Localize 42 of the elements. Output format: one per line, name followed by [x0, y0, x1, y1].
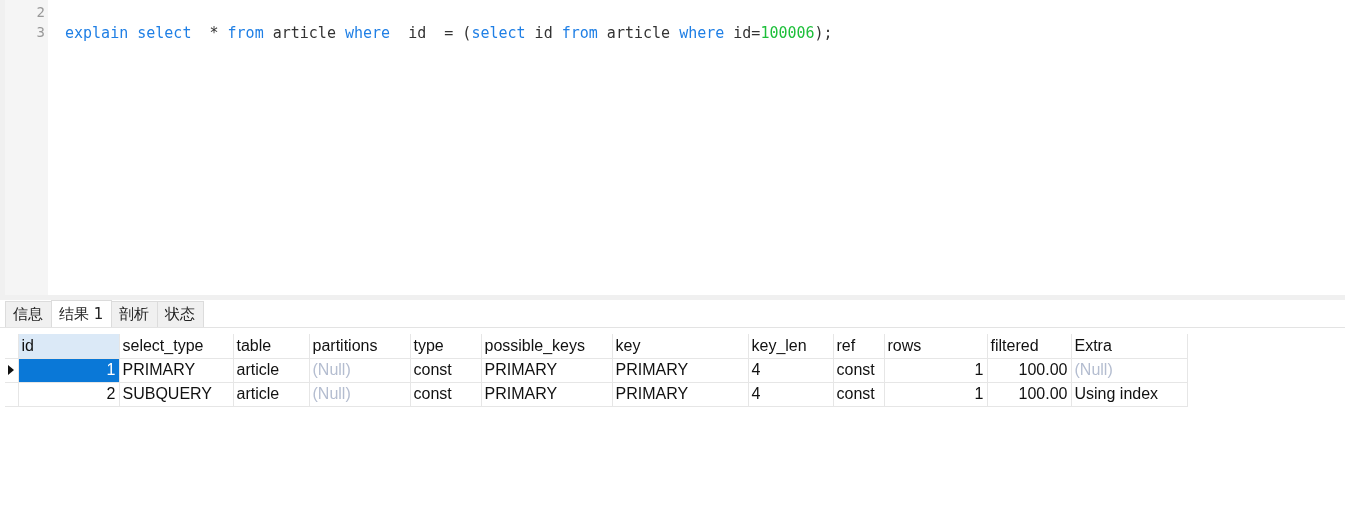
table-cell: const [410, 382, 481, 406]
table-cell: (Null) [309, 358, 410, 382]
table-cell: PRIMARY [119, 358, 233, 382]
table-cell: (Null) [309, 382, 410, 406]
table-cell: const [833, 358, 884, 382]
column-header[interactable]: table [233, 334, 309, 358]
result-tab[interactable]: 状态 [157, 301, 205, 327]
table-cell: PRIMARY [612, 382, 748, 406]
table-cell: Using index [1071, 382, 1187, 406]
column-header[interactable]: select_type [119, 334, 233, 358]
table-cell: (Null) [1071, 358, 1187, 382]
result-tab[interactable]: 信息 [5, 301, 52, 327]
table-cell: PRIMARY [481, 358, 612, 382]
table-cell: article [233, 358, 309, 382]
table-cell: PRIMARY [481, 382, 612, 406]
column-header[interactable]: type [410, 334, 481, 358]
table-cell: 1 [18, 358, 119, 382]
table-cell: const [410, 358, 481, 382]
table-cell: 1 [884, 358, 987, 382]
line-number: 3 [35, 24, 46, 42]
column-header[interactable]: partitions [309, 334, 410, 358]
column-header[interactable]: rows [884, 334, 987, 358]
column-header[interactable]: filtered [987, 334, 1071, 358]
table-cell: const [833, 382, 884, 406]
table-cell: 2 [18, 382, 119, 406]
column-header[interactable]: id [18, 334, 119, 358]
table-cell: 1 [884, 382, 987, 406]
table-cell: SUBQUERY [119, 382, 233, 406]
table-cell: 100.00 [987, 358, 1071, 382]
code-line: explain select * from article where id = (select id from article where id=100006); [65, 24, 834, 44]
table-cell: PRIMARY [612, 358, 748, 382]
line-number: 2 [35, 4, 46, 22]
table-cell: 4 [748, 382, 833, 406]
column-header[interactable]: possible_keys [481, 334, 612, 358]
column-header[interactable]: ref [833, 334, 884, 358]
column-header[interactable]: key_len [748, 334, 833, 358]
table-cell: 100.00 [987, 382, 1071, 406]
column-header[interactable]: key [612, 334, 748, 358]
column-header[interactable]: Extra [1071, 334, 1187, 358]
result-tab[interactable]: 剖析 [111, 301, 159, 327]
table-cell: article [233, 382, 309, 406]
table-cell: 4 [748, 358, 833, 382]
